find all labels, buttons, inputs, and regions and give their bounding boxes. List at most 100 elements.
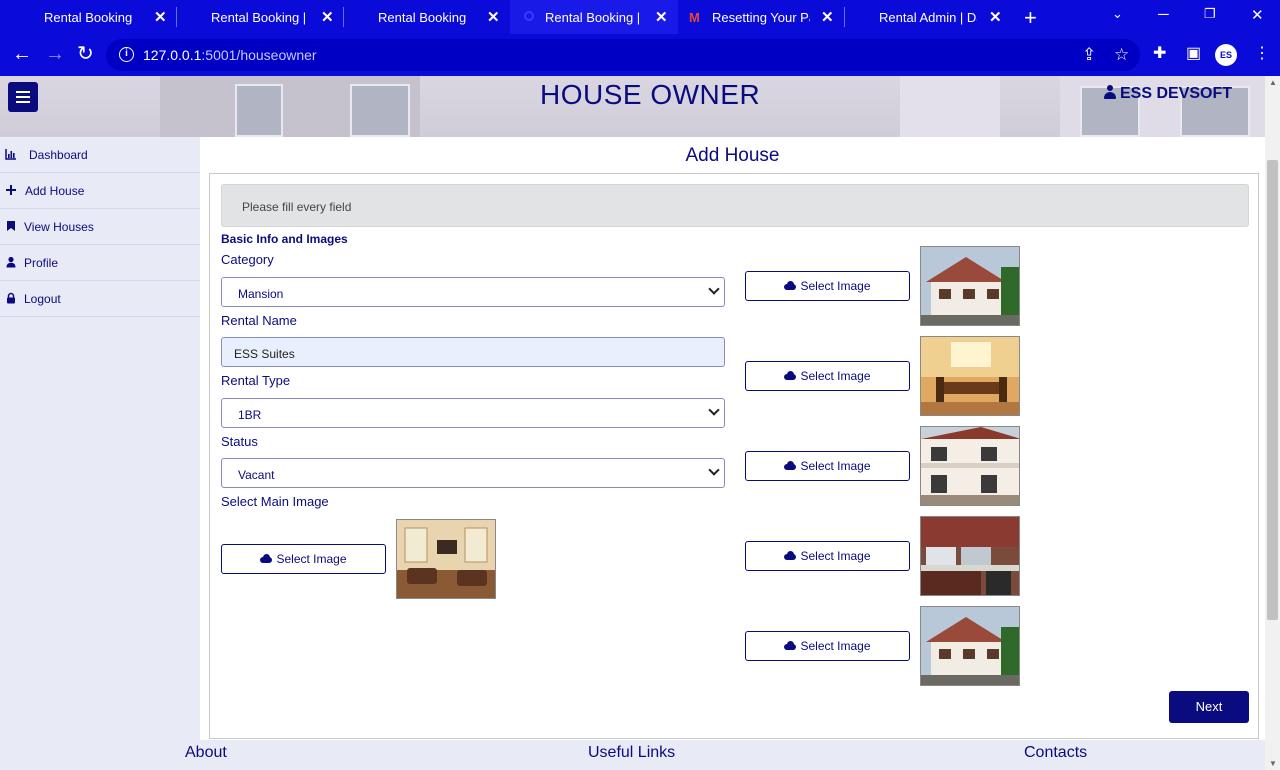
reload-icon[interactable]: ↻ xyxy=(77,43,94,65)
close-icon[interactable]: ✕ xyxy=(154,8,167,26)
add-house-form: Please fill every field Basic Info and I… xyxy=(209,173,1259,739)
sidebar-item-profile[interactable]: Profile xyxy=(0,245,200,281)
profile-avatar[interactable]: ES xyxy=(1215,44,1237,66)
rental-type-value: 1BR xyxy=(238,408,262,422)
loading-icon xyxy=(524,11,534,21)
extensions-icon[interactable]: ✚ xyxy=(1153,43,1166,63)
sidebar-item-dashboard[interactable]: Dashboard xyxy=(0,137,200,173)
browser-tab[interactable]: Rental Booking | Po ✕ xyxy=(177,0,343,34)
image-preview xyxy=(920,426,1020,506)
alert-text: Please fill every field xyxy=(242,200,352,214)
sidebar-item-view-houses[interactable]: View Houses xyxy=(0,209,200,245)
category-select[interactable]: Mansion xyxy=(221,277,725,307)
status-label: Status xyxy=(221,434,258,449)
footer-contacts[interactable]: Contacts xyxy=(1024,744,1087,762)
lock-icon xyxy=(7,292,15,304)
close-icon[interactable]: ✕ xyxy=(321,8,334,26)
section-heading: Add House xyxy=(685,145,780,166)
sidebar-item-label: Dashboard xyxy=(29,148,88,162)
cloud-upload-icon xyxy=(784,281,797,290)
back-icon[interactable]: ← xyxy=(12,43,32,65)
cloud-upload-icon xyxy=(784,641,797,650)
rental-type-label: Rental Type xyxy=(221,373,291,388)
tab-title: Rental Booking | H xyxy=(545,10,643,25)
scrollbar-thumb[interactable] xyxy=(1267,160,1278,620)
browser-tab[interactable]: Rental Booking ✕ xyxy=(8,0,176,34)
user-icon xyxy=(6,256,16,268)
select-image-button[interactable]: Select Image xyxy=(745,451,910,481)
chevron-down-icon xyxy=(708,464,720,476)
rental-name-input[interactable]: ESS Suites xyxy=(221,337,725,367)
tab-title: Rental Admin | Das xyxy=(879,10,977,25)
page-scrollbar[interactable]: ▲ ▼ xyxy=(1265,76,1280,770)
rental-name-label: Rental Name xyxy=(221,313,297,328)
sidebar-item-label: View Houses xyxy=(24,220,94,234)
button-label: Select Image xyxy=(800,639,871,653)
select-image-button[interactable]: Select Image xyxy=(745,631,910,661)
select-main-image-button[interactable]: Select Image xyxy=(221,544,386,574)
info-icon[interactable]: i xyxy=(119,47,134,62)
close-window-icon[interactable]: ✕ xyxy=(1251,6,1264,24)
forward-icon[interactable]: → xyxy=(45,43,65,65)
restore-icon[interactable]: ❐ xyxy=(1204,6,1216,22)
button-label: Select Image xyxy=(276,552,347,566)
button-label: Select Image xyxy=(800,459,871,473)
sidebar-item-label: Add House xyxy=(25,184,85,198)
bookmark-icon xyxy=(7,221,15,231)
side-panel-icon[interactable]: ▣ xyxy=(1186,43,1201,63)
rental-type-select[interactable]: 1BR xyxy=(221,398,725,428)
chevron-down-icon xyxy=(708,283,720,295)
browser-menu-icon[interactable]: ⋮ xyxy=(1254,43,1270,63)
tab-title: Resetting Your Pas xyxy=(712,10,810,25)
browser-tab[interactable]: Rental Booking ✕ xyxy=(344,0,510,34)
house-exterior-photo xyxy=(921,247,1019,325)
footer-about[interactable]: About xyxy=(185,744,227,762)
kitchen-photo xyxy=(921,517,1019,595)
cloud-upload-icon xyxy=(784,461,797,470)
scroll-down-icon[interactable]: ▼ xyxy=(1269,759,1277,768)
button-label: Select Image xyxy=(800,369,871,383)
browser-tab[interactable]: Rental Admin | Das ✕ xyxy=(845,0,1011,34)
url-field[interactable]: i 127.0.0.1:5001/houseowner ⇪ ☆ xyxy=(106,39,1140,71)
select-image-button[interactable]: Select Image xyxy=(745,271,910,301)
image-preview xyxy=(920,516,1020,596)
scroll-up-icon[interactable]: ▲ xyxy=(1269,78,1277,87)
next-button[interactable]: Next xyxy=(1169,691,1249,723)
sidebar-item-logout[interactable]: Logout xyxy=(0,281,200,317)
user-name: ESS DEVSOFT xyxy=(1120,85,1233,102)
cloud-upload-icon xyxy=(260,554,273,563)
share-icon[interactable]: ⇪ xyxy=(1082,45,1096,65)
main-panel: Add House Please fill every field Basic … xyxy=(200,137,1265,740)
category-value: Mansion xyxy=(238,287,284,301)
close-icon[interactable]: ✕ xyxy=(821,8,834,26)
sidebar-item-add-house[interactable]: Add House xyxy=(0,173,200,209)
hamburger-menu-button[interactable] xyxy=(8,82,38,112)
header-banner: HOUSE OWNER ESS DEVSOFT xyxy=(0,76,1265,137)
bookmark-star-icon[interactable]: ☆ xyxy=(1114,45,1129,65)
image-preview xyxy=(920,606,1020,686)
status-select[interactable]: Vacant xyxy=(221,458,725,488)
gmail-icon: M xyxy=(689,10,700,25)
close-icon[interactable]: ✕ xyxy=(655,8,668,26)
browser-tab[interactable]: M Resetting Your Pas ✕ xyxy=(678,0,844,34)
new-tab-icon[interactable]: + xyxy=(1024,5,1037,31)
tab-search-icon[interactable]: ⌄ xyxy=(1112,6,1123,22)
chevron-down-icon xyxy=(708,404,720,416)
browser-tab-strip: Rental Booking ✕ Rental Booking | Po ✕ R… xyxy=(0,0,1280,34)
minimize-icon[interactable]: ─ xyxy=(1158,6,1169,23)
url-host: 127.0.0.1 xyxy=(143,47,202,63)
tab-title: Rental Booking xyxy=(44,10,133,25)
address-bar: ← → ↻ i 127.0.0.1:5001/houseowner ⇪ ☆ ✚ … xyxy=(0,34,1280,76)
close-icon[interactable]: ✕ xyxy=(989,8,1002,26)
footer-useful-links[interactable]: Useful Links xyxy=(588,744,675,762)
browser-tab-active[interactable]: Rental Booking | H ✕ xyxy=(510,0,678,34)
close-icon[interactable]: ✕ xyxy=(487,8,500,26)
user-menu[interactable]: ESS DEVSOFT xyxy=(1104,85,1232,103)
page-title: HOUSE OWNER xyxy=(540,79,761,110)
main-image-label: Select Main Image xyxy=(221,494,329,509)
main-image-preview xyxy=(396,519,496,599)
select-image-button[interactable]: Select Image xyxy=(745,541,910,571)
select-image-button[interactable]: Select Image xyxy=(745,361,910,391)
button-label: Select Image xyxy=(800,549,871,563)
dining-room-photo xyxy=(921,337,1019,415)
